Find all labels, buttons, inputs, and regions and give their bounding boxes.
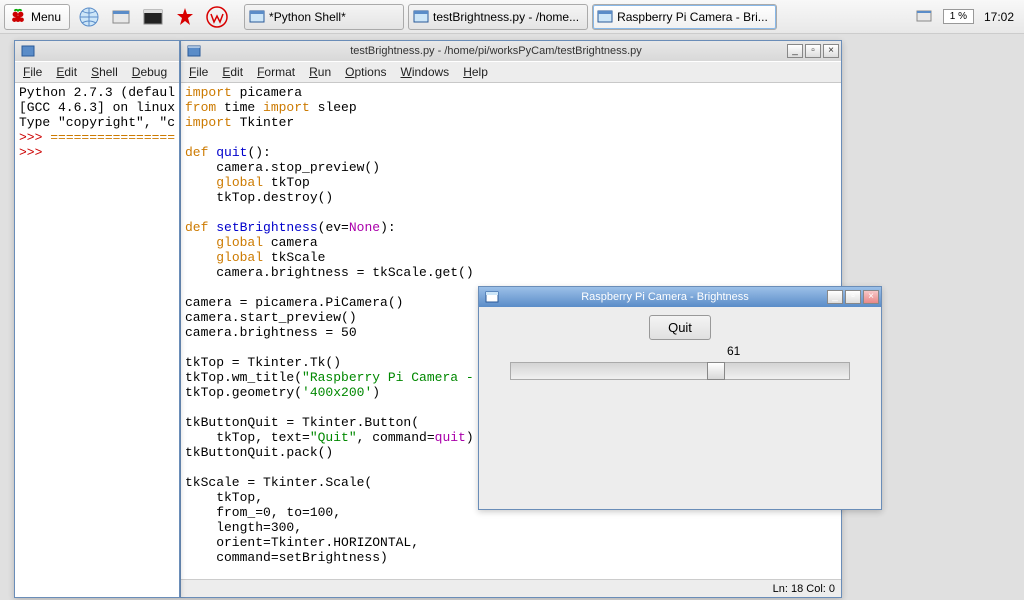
- menu-format[interactable]: Format: [257, 65, 295, 79]
- quit-button[interactable]: Quit: [649, 315, 711, 340]
- brightness-scale[interactable]: [510, 362, 850, 380]
- close-button[interactable]: ×: [863, 290, 879, 304]
- shell-window: File Edit Shell Debug Python 2.7.3 (defaul[…: [14, 40, 180, 598]
- editor-statusbar: Ln: 18 Col: 0: [181, 579, 841, 597]
- shell-titlebar[interactable]: [15, 41, 179, 61]
- minimize-button[interactable]: _: [787, 44, 803, 58]
- cursor-position: Ln: 18 Col: 0: [773, 583, 835, 595]
- star-icon[interactable]: [172, 4, 198, 30]
- close-button[interactable]: ×: [823, 44, 839, 58]
- menu-button[interactable]: Menu: [4, 4, 70, 30]
- menu-edit[interactable]: Edit: [222, 65, 243, 79]
- taskbar-task[interactable]: *Python Shell*: [244, 4, 404, 30]
- editor-title: testBrightness.py - /home/pi/worksPyCam/…: [205, 45, 787, 57]
- window-icon: [485, 290, 499, 304]
- editor-menubar: File Edit Format Run Options Windows Help: [181, 61, 841, 83]
- file-manager-icon[interactable]: [108, 4, 134, 30]
- system-tray: 1 % 17:02: [915, 8, 1020, 26]
- menu-file[interactable]: File: [189, 65, 208, 79]
- taskbar-task[interactable]: Raspberry Pi Camera - Bri...: [592, 4, 777, 30]
- shell-menubar: File Edit Shell Debug: [15, 61, 179, 83]
- minimize-button[interactable]: _: [827, 290, 843, 304]
- scale-value: 61: [487, 344, 873, 358]
- menu-file[interactable]: File: [23, 65, 42, 79]
- brightness-title: Raspberry Pi Camera - Brightness: [503, 291, 827, 303]
- terminal-icon[interactable]: [140, 4, 166, 30]
- scale-thumb[interactable]: [707, 362, 725, 380]
- taskbar: Menu *Python Shell*testBrightness.py - /…: [0, 0, 1024, 34]
- raspberry-pi-icon: [9, 8, 27, 26]
- maximize-button[interactable]: ▫: [805, 44, 821, 58]
- brightness-window: Raspberry Pi Camera - Brightness _ ▫ × Q…: [478, 286, 882, 510]
- window-icon: [21, 44, 35, 58]
- globe-icon[interactable]: [76, 4, 102, 30]
- cpu-usage[interactable]: 1 %: [943, 9, 974, 24]
- tray-icon[interactable]: [915, 8, 933, 26]
- maximize-button[interactable]: ▫: [845, 290, 861, 304]
- menu-help[interactable]: Help: [463, 65, 488, 79]
- menu-options[interactable]: Options: [345, 65, 386, 79]
- menu-label: Menu: [31, 10, 61, 24]
- window-icon: [187, 44, 201, 58]
- menu-run[interactable]: Run: [309, 65, 331, 79]
- menu-edit[interactable]: Edit: [56, 65, 77, 79]
- menu-debug[interactable]: Debug: [132, 65, 167, 79]
- editor-titlebar[interactable]: testBrightness.py - /home/pi/worksPyCam/…: [181, 41, 841, 61]
- shell-content[interactable]: Python 2.7.3 (defaul[GCC 4.6.3] on linux…: [15, 83, 179, 597]
- taskbar-task[interactable]: testBrightness.py - /home...: [408, 4, 588, 30]
- wolf-icon[interactable]: [204, 4, 230, 30]
- menu-shell[interactable]: Shell: [91, 65, 118, 79]
- brightness-titlebar[interactable]: Raspberry Pi Camera - Brightness _ ▫ ×: [479, 287, 881, 307]
- clock[interactable]: 17:02: [984, 10, 1014, 24]
- menu-windows[interactable]: Windows: [401, 65, 450, 79]
